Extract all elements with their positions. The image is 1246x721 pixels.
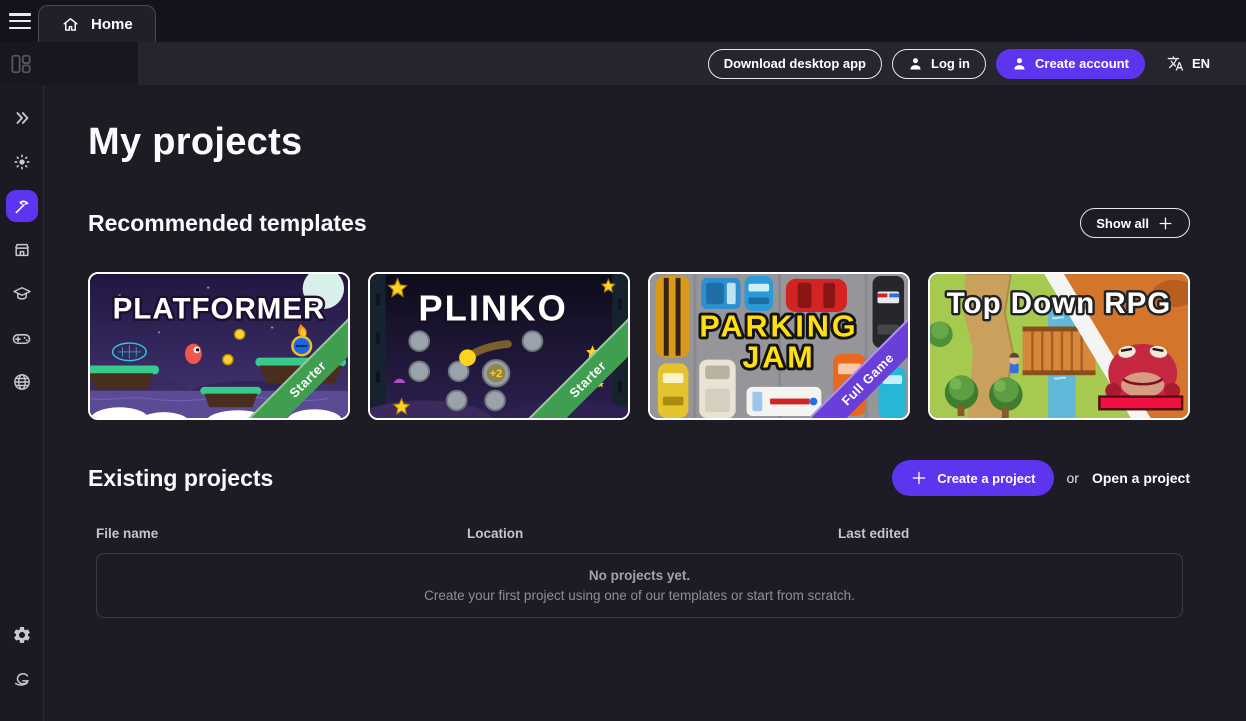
get-started-icon[interactable]	[6, 146, 38, 178]
page-title: My projects	[88, 121, 1190, 164]
community-icon[interactable]	[6, 366, 38, 398]
tab-home-label: Home	[91, 16, 133, 33]
download-desktop-app-button[interactable]: Download desktop app	[708, 49, 882, 79]
template-card-plinko[interactable]: +2 PLINKO Starter	[368, 272, 630, 420]
top-down-rpg-title: Top Down RPG	[947, 287, 1172, 320]
plus-icon	[910, 469, 928, 487]
platformer-title: PLATFORMER	[113, 293, 326, 326]
template-cards: PLATFORMER Starter	[88, 272, 1190, 420]
learn-icon[interactable]	[6, 278, 38, 310]
column-location: Location	[467, 526, 838, 541]
sidebar-item-build[interactable]	[6, 190, 38, 222]
tab-home[interactable]: Home	[38, 5, 156, 42]
toolbar-actions: Download desktop app Log in Create accou…	[708, 49, 1246, 79]
open-project-link[interactable]: Open a project	[1092, 470, 1190, 486]
empty-projects-placeholder: No projects yet. Create your first proje…	[96, 553, 1183, 618]
or-text: or	[1067, 470, 1079, 486]
shop-icon[interactable]	[6, 234, 38, 266]
plinko-artwork: +2 PLINKO	[370, 274, 628, 418]
sidebar-bottom	[6, 619, 38, 721]
sidebar	[0, 85, 44, 721]
existing-projects-heading: Existing projects	[88, 465, 273, 492]
column-last-edited: Last edited	[838, 526, 909, 541]
projects-table-header: File name Location Last edited	[88, 526, 1190, 541]
empty-state-subtitle: Create your first project using one of o…	[424, 588, 855, 603]
parking-jam-title-line1: PARKING	[699, 310, 858, 343]
plinko-peg-label: +2	[490, 368, 502, 380]
parking-jam-artwork: PARKING JAM	[650, 274, 908, 418]
parking-jam-title-line2: JAM	[742, 342, 815, 375]
toolbar-left-area	[0, 42, 138, 85]
expand-sidebar-icon[interactable]	[6, 102, 38, 134]
tab-bar: Home	[0, 0, 1246, 42]
template-card-top-down-rpg[interactable]: Top Down RPG	[928, 272, 1190, 420]
create-account-button[interactable]: Create account	[996, 49, 1145, 79]
top-down-rpg-artwork: Top Down RPG	[930, 274, 1188, 418]
recommended-templates-heading: Recommended templates	[88, 210, 367, 237]
language-selector[interactable]: EN	[1167, 55, 1210, 72]
gdevelop-logo-icon[interactable]	[6, 663, 38, 695]
main-content: My projects Recommended templates Show a…	[44, 85, 1246, 721]
play-icon[interactable]	[6, 322, 38, 354]
layout-panels-icon[interactable]	[10, 53, 32, 75]
translate-icon	[1167, 55, 1184, 72]
plus-icon	[1157, 215, 1174, 232]
settings-icon[interactable]	[6, 619, 38, 651]
home-icon	[61, 15, 80, 34]
template-card-platformer[interactable]: PLATFORMER Starter	[88, 272, 350, 420]
language-label: EN	[1192, 56, 1210, 71]
person-icon	[1012, 56, 1027, 71]
empty-state-title: No projects yet.	[589, 568, 690, 583]
show-all-button[interactable]: Show all	[1080, 208, 1190, 238]
platformer-artwork: PLATFORMER	[90, 274, 348, 418]
person-icon	[908, 56, 923, 71]
login-button[interactable]: Log in	[892, 49, 986, 79]
create-project-button[interactable]: Create a project	[892, 460, 1053, 496]
plinko-title: PLINKO	[418, 288, 567, 329]
template-card-parking-jam[interactable]: PARKING JAM Full Game	[648, 272, 910, 420]
pickaxe-icon	[12, 197, 31, 216]
menu-icon[interactable]	[9, 13, 31, 29]
toolbar: Download desktop app Log in Create accou…	[0, 42, 1246, 85]
column-file-name: File name	[96, 526, 467, 541]
